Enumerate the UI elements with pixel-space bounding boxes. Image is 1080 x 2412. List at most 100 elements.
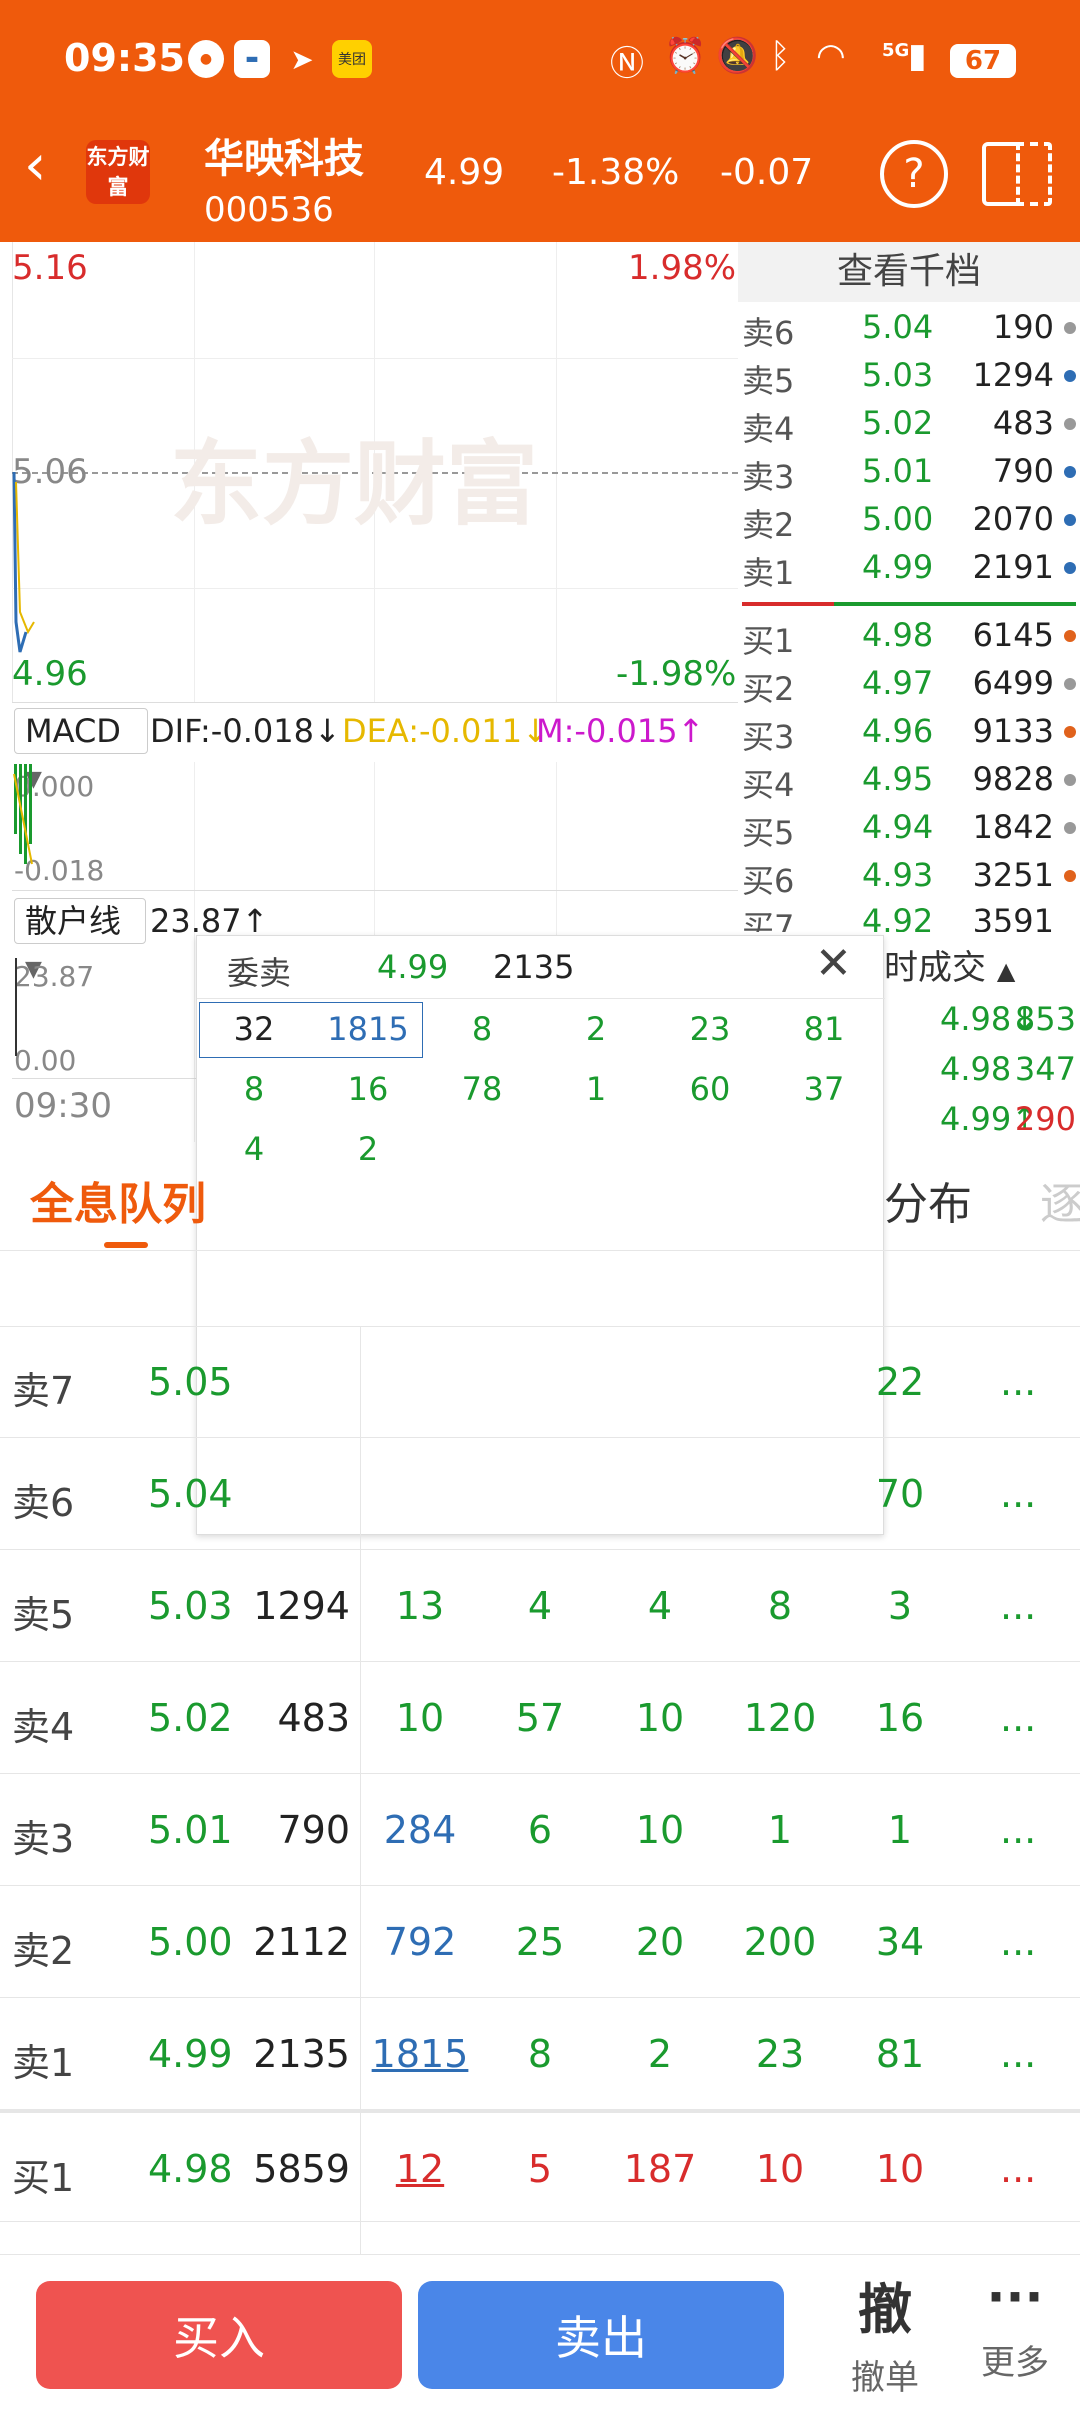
table-row[interactable]: 卖1 4.99 2135 1815 8 2 23 81... [0, 1998, 1080, 2110]
row-value[interactable]: 6 [480, 1808, 600, 1852]
row-value[interactable]: 284 [360, 1808, 480, 1852]
popup-cell[interactable]: 2 [311, 1130, 425, 1168]
row-value[interactable]: 1 [840, 1808, 960, 1852]
row-value[interactable]: 120 [720, 1696, 840, 1740]
table-row[interactable]: 卖3 5.01 790 284 6 10 1 1... [0, 1774, 1080, 1886]
popup-cell[interactable]: 23 [653, 1010, 767, 1048]
row-value[interactable]: 34 [840, 1920, 960, 1964]
tab-distribution[interactable]: 分布 [884, 1168, 972, 1232]
row-value[interactable]: 10 [840, 2147, 960, 2191]
row-value[interactable]: 4 [480, 1584, 600, 1628]
book-row-bid[interactable]: 买3 4.96 9133 [738, 712, 1080, 760]
popup-cell[interactable]: 4 [197, 1130, 311, 1168]
row-qty: 2135 [253, 2032, 350, 2076]
row-value[interactable]: 8 [720, 1584, 840, 1628]
row-more[interactable]: ... [1000, 2032, 1036, 2076]
book-row-ask[interactable]: 卖1 4.99 2191 [738, 548, 1080, 596]
status-dot [1064, 418, 1076, 430]
row-value[interactable]: 8 [480, 2032, 600, 2076]
view-thousand-levels[interactable]: 查看千档 [738, 242, 1080, 302]
row-value[interactable]: 20 [600, 1920, 720, 1964]
book-row-ask[interactable]: 卖6 5.04 190 [738, 308, 1080, 356]
row-value[interactable]: 10 [720, 2147, 840, 2191]
row-value[interactable]: 10 [600, 1808, 720, 1852]
popup-cell[interactable]: 1 [539, 1070, 653, 1108]
row-value[interactable]: 792 [360, 1920, 480, 1964]
book-row-bid[interactable]: 买1 4.98 6145 [738, 616, 1080, 664]
popup-cell[interactable]: 8 [197, 1070, 311, 1108]
cancel-icon: 撤 [858, 2278, 912, 2341]
back-icon[interactable]: ‹ [24, 138, 46, 194]
layout-switch-icon[interactable] [982, 142, 1052, 206]
cancel-order-button[interactable]: 撤 撤单 [820, 2265, 950, 2399]
book-row-bid[interactable]: 买6 4.93 3251 [738, 856, 1080, 904]
book-row-ask[interactable]: 卖4 5.02 483 [738, 404, 1080, 452]
tab-full-queue[interactable]: 全息队列 [30, 1168, 206, 1232]
help-icon[interactable]: ? [880, 140, 948, 208]
row-more[interactable]: ... [1000, 1808, 1036, 1852]
row-key: 卖1 [12, 2041, 75, 2085]
popup-cell[interactable]: 16 [311, 1070, 425, 1108]
row-more[interactable]: ... [1000, 2147, 1036, 2191]
book-qty: 1294 [972, 356, 1054, 394]
row-value[interactable]: 13 [360, 1584, 480, 1628]
row-value[interactable]: 1815 [360, 2032, 480, 2076]
row-value[interactable]: 2 [600, 2032, 720, 2076]
table-row[interactable]: 买1 4.98 5859 12 5 187 10 10... [0, 2110, 1080, 2222]
row-value[interactable]: 16 [840, 1696, 960, 1740]
popup-cell[interactable]: 8 [425, 1010, 539, 1048]
row-value[interactable]: 25 [480, 1920, 600, 1964]
row-value[interactable]: 22 [840, 1360, 960, 1404]
popup-cell[interactable]: 32 [197, 1010, 311, 1048]
row-value[interactable]: 57 [480, 1696, 600, 1740]
row-value[interactable]: 12 [360, 2147, 480, 2191]
book-qty: 1842 [972, 808, 1054, 846]
sell-button[interactable]: 卖出 [418, 2281, 784, 2389]
popup-cell[interactable]: 2 [539, 1010, 653, 1048]
row-value[interactable]: 81 [840, 2032, 960, 2076]
book-row-bid[interactable]: 买4 4.95 9828 [738, 760, 1080, 808]
table-row[interactable]: 卖6 5.04 70... [0, 1438, 1080, 1550]
row-more[interactable]: ... [1000, 1584, 1036, 1628]
row-value[interactable]: 200 [720, 1920, 840, 1964]
row-value[interactable]: 4 [600, 1584, 720, 1628]
row-value[interactable]: 23 [720, 2032, 840, 2076]
row-value[interactable]: 10 [360, 1696, 480, 1740]
table-row[interactable]: 卖4 5.02 483 10 57 10 120 16... [0, 1662, 1080, 1774]
row-more[interactable]: ... [1000, 1696, 1036, 1740]
popup-cell[interactable]: 1815 [311, 1010, 425, 1048]
popup-cell[interactable]: 81 [767, 1010, 881, 1048]
row-value[interactable]: 3 [840, 1584, 960, 1628]
book-row-bid[interactable]: 买5 4.94 1842 [738, 808, 1080, 856]
table-row[interactable]: 卖7 5.05 22... [0, 1326, 1080, 1438]
book-row-ask[interactable]: 卖3 5.01 790 [738, 452, 1080, 500]
row-value[interactable]: 187 [600, 2147, 720, 2191]
row-more[interactable]: ... [1000, 1920, 1036, 1964]
book-row-ask[interactable]: 卖5 5.03 1294 [738, 356, 1080, 404]
buy-button[interactable]: 买入 [36, 2281, 402, 2389]
more-button[interactable]: ··· 更多 [962, 2265, 1068, 2384]
row-more[interactable]: ... [1000, 1360, 1036, 1404]
book-row-ask[interactable]: 卖2 5.00 2070 [738, 500, 1080, 548]
table-row[interactable]: 卖2 5.00 2112 792 25 20 200 34... [0, 1886, 1080, 1998]
popup-cell[interactable]: 60 [653, 1070, 767, 1108]
row-qty: 1294 [253, 1584, 350, 1628]
popup-cell[interactable]: 37 [767, 1070, 881, 1108]
row-value[interactable]: 70 [840, 1472, 960, 1516]
book-row-bid[interactable]: 买2 4.97 6499 [738, 664, 1080, 712]
tick-panel[interactable]: 时成交 ▲ 4.98↓ 853 4.98 347 4.99↑ 290 [884, 940, 1080, 1138]
popup-cell[interactable]: 78 [425, 1070, 539, 1108]
row-more[interactable]: ... [1000, 1472, 1036, 1516]
table-row[interactable]: 卖5 5.03 1294 13 4 4 8 3... [0, 1550, 1080, 1662]
close-icon[interactable]: ✕ [815, 938, 852, 989]
book-price: 4.96 [862, 712, 934, 750]
retail-selector[interactable]: 散户线 ▼ [14, 898, 146, 982]
macd-selector[interactable]: MACD ▼ [14, 708, 148, 792]
book-qty: 9828 [972, 760, 1054, 798]
header-price: 4.99 [424, 152, 505, 193]
tab-more[interactable]: 逐 [1040, 1168, 1080, 1232]
row-value[interactable]: 1 [720, 1808, 840, 1852]
row-value[interactable]: 5 [480, 2147, 600, 2191]
tabs-divider [0, 1250, 1080, 1251]
row-value[interactable]: 10 [600, 1696, 720, 1740]
